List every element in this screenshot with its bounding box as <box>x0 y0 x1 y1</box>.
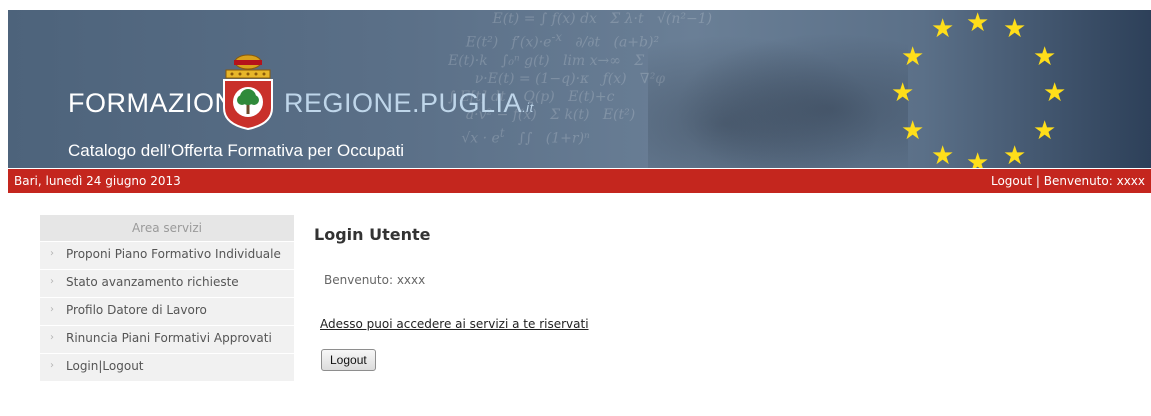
eu-stars: ★ ★ ★ ★ ★ ★ ★ ★ ★ ★ ★ ★ <box>8 10 1151 168</box>
welcome-user: Benvenuto: xxxx <box>1043 174 1145 188</box>
current-date: Bari, lunedì 24 giugno 2013 <box>14 174 181 188</box>
sidebar-item-stato-avanzamento[interactable]: › Stato avanzamento richieste <box>40 270 294 298</box>
sidebar-item-label: Login|Logout <box>66 359 144 373</box>
access-services-link[interactable]: Adesso puoi accedere ai servizi a te ris… <box>320 317 589 331</box>
sidebar-item-label: Stato avanzamento richieste <box>66 275 239 289</box>
top-strip <box>0 0 1151 10</box>
star-icon: ★ <box>901 116 925 146</box>
sidebar-item-label: Profilo Datore di Lavoro <box>66 303 207 317</box>
links-separator: | <box>1035 174 1040 188</box>
sidebar-area-servizi: Area servizi › Proponi Piano Formativo I… <box>40 215 294 382</box>
sidebar-item-rinuncia-piani[interactable]: › Rinuncia Piani Formativi Approvati <box>40 326 294 354</box>
sidebar-title: Area servizi <box>40 215 294 242</box>
main-content: Login Utente Benvenuto: xxxx Adesso puoi… <box>314 225 1014 371</box>
star-icon: ★ <box>1043 78 1067 108</box>
star-icon: ★ <box>966 148 990 168</box>
star-icon: ★ <box>1033 116 1057 146</box>
logout-link[interactable]: Logout <box>991 174 1032 188</box>
sidebar-item-login-logout[interactable]: › Login|Logout <box>40 354 294 382</box>
sidebar-item-profilo-datore[interactable]: › Profilo Datore di Lavoro <box>40 298 294 326</box>
star-icon: ★ <box>931 141 955 168</box>
star-icon: ★ <box>891 78 915 108</box>
bullet-icon: › <box>50 360 54 371</box>
sidebar-item-label: Proponi Piano Formativo Individuale <box>66 247 281 261</box>
bullet-icon: › <box>50 332 54 343</box>
user-links: Logout | Benvenuto: xxxx <box>991 174 1145 188</box>
welcome-message: Benvenuto: xxxx <box>324 273 426 287</box>
star-icon: ★ <box>1003 141 1027 168</box>
page-title: Login Utente <box>314 225 431 244</box>
sidebar-item-proponi-piano[interactable]: › Proponi Piano Formativo Individuale <box>40 242 294 270</box>
bullet-icon: › <box>50 276 54 287</box>
site-header: E(t) = ∫ f(x) dx Σ λ·t √(n²−1) E(t²) f′(… <box>8 10 1151 168</box>
star-icon: ★ <box>966 10 990 38</box>
star-icon: ★ <box>931 14 955 44</box>
star-icon: ★ <box>901 42 925 72</box>
sidebar-item-label: Rinuncia Piani Formativi Approvati <box>66 331 272 345</box>
info-bar: Bari, lunedì 24 giugno 2013 Logout | Ben… <box>8 169 1151 193</box>
bullet-icon: › <box>50 304 54 315</box>
star-icon: ★ <box>1033 42 1057 72</box>
logout-button[interactable]: Logout <box>321 349 376 371</box>
star-icon: ★ <box>1003 14 1027 44</box>
bullet-icon: › <box>50 248 54 259</box>
